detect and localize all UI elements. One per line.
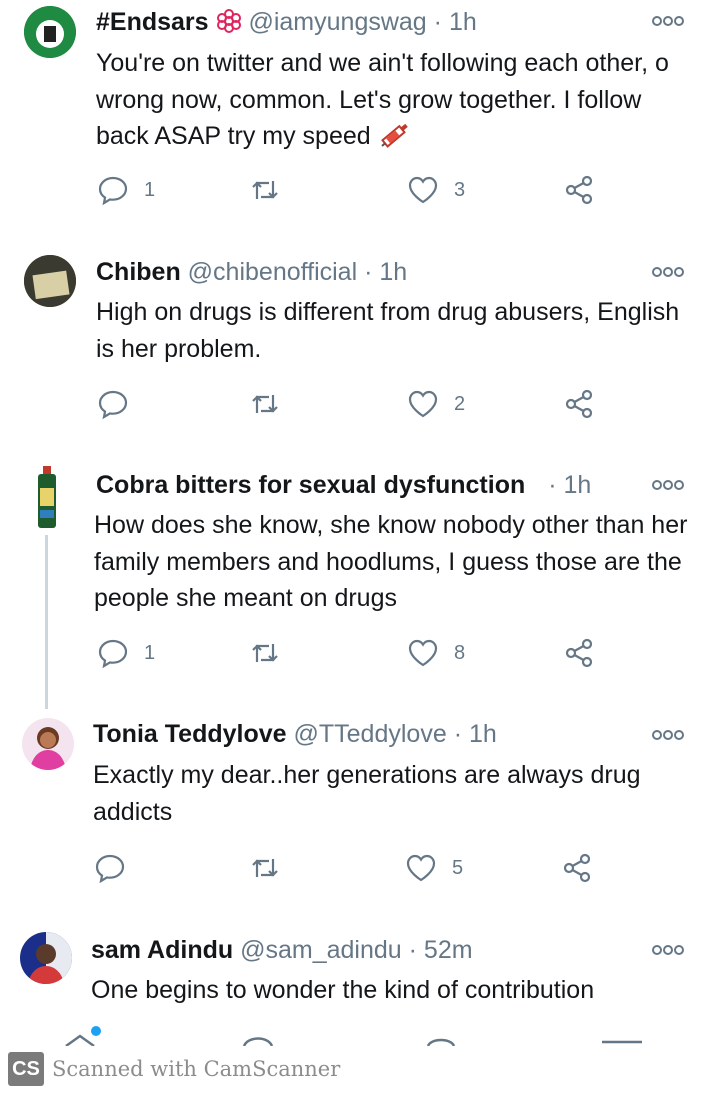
timestamp[interactable]: · 52m (409, 936, 473, 964)
like-count: 2 (454, 392, 466, 415)
reply-count: 1 (144, 178, 156, 201)
avatar[interactable] (24, 255, 76, 307)
display-name[interactable]: Chiben (96, 258, 181, 286)
tweet-2[interactable]: Chiben @chibenofficial · 1h High on drug… (0, 248, 708, 448)
like-button[interactable]: 2 (406, 384, 465, 424)
avatar[interactable] (20, 932, 72, 984)
tweet-3[interactable]: Cobra bitters for sexual dysfunction · 1… (0, 460, 708, 690)
more-options-icon[interactable] (652, 728, 684, 742)
share-button[interactable] (562, 633, 596, 673)
tweet-header: Chiben @chibenofficial · 1h (96, 258, 652, 287)
timestamp[interactable]: · 1h (434, 8, 477, 36)
timestamp[interactable]: · 1h (454, 720, 497, 748)
heart-icon (408, 390, 438, 418)
retweet-icon (252, 859, 278, 877)
more-options-icon[interactable] (652, 265, 684, 279)
tweet-5[interactable]: sam Adindu @sam_adindu · 52m One begins … (0, 924, 708, 1022)
handle[interactable]: @sam_adindu (240, 936, 402, 964)
heart-icon (408, 176, 438, 204)
more-options-icon[interactable] (652, 478, 684, 492)
reply-icon (98, 176, 128, 206)
home-tab[interactable] (65, 1026, 101, 1048)
reply-button[interactable] (96, 384, 144, 424)
bottom-navigation-bar (0, 1022, 708, 1048)
reply-icon (98, 639, 128, 669)
timestamp[interactable]: · 1h (548, 471, 591, 499)
share-button[interactable] (562, 170, 596, 210)
reply-button[interactable]: 1 (96, 170, 155, 210)
notifications-tab[interactable] (426, 1038, 456, 1047)
share-button[interactable] (562, 384, 596, 424)
tweet-header: #Endsars @iamyungswag · 1h (96, 8, 652, 37)
like-button[interactable]: 3 (406, 170, 465, 210)
tweet-header: Cobra bitters for sexual dysfunction · 1… (96, 471, 652, 500)
more-options-icon[interactable] (652, 943, 684, 957)
display-name[interactable]: #Endsars (96, 8, 209, 36)
handle[interactable]: @iamyungswag (248, 8, 426, 36)
share-icon (565, 638, 593, 668)
tweet-header: sam Adindu @sam_adindu · 52m (91, 936, 652, 965)
reply-count: 1 (144, 641, 156, 664)
retweet-button[interactable] (248, 170, 282, 210)
tweet-1[interactable]: #Endsars @iamyungswag · 1h You're on twi… (0, 0, 708, 230)
watermark-text: Scanned with CamScanner (52, 1057, 341, 1081)
search-tab[interactable] (242, 1037, 274, 1047)
tweet-actions: 2 (96, 384, 696, 424)
like-count: 8 (454, 641, 466, 664)
tweet-actions: 5 (93, 848, 693, 888)
retweet-icon (252, 644, 278, 662)
avatar[interactable] (22, 718, 74, 770)
reply-icon (95, 854, 125, 884)
tweet-actions: 1 3 (96, 170, 696, 210)
tweet-text: One begins to wonder the kind of contrib… (91, 976, 595, 1004)
tweet-actions: 1 8 (96, 633, 696, 673)
display-name[interactable]: Cobra bitters for sexual dysfunction (96, 471, 525, 499)
share-icon (565, 175, 593, 205)
like-button[interactable]: 8 (406, 633, 465, 673)
reply-button[interactable] (93, 848, 141, 888)
like-count: 5 (452, 856, 464, 879)
retweet-button[interactable] (248, 848, 282, 888)
retweet-button[interactable] (248, 384, 282, 424)
share-icon (563, 853, 591, 883)
syringe-icon (378, 122, 412, 150)
heart-icon (406, 854, 436, 882)
tweet-text: Exactly my dear..her generations are alw… (93, 761, 641, 826)
avatar[interactable] (24, 6, 76, 58)
more-options-icon[interactable] (652, 14, 684, 28)
handle[interactable]: @TTeddylove (294, 720, 447, 748)
timestamp[interactable]: · 1h (364, 258, 407, 286)
avatar[interactable] (36, 466, 58, 528)
share-button[interactable] (560, 848, 594, 888)
retweet-icon (252, 395, 278, 413)
display-name[interactable]: Tonia Teddylove (93, 720, 287, 748)
tweet-header: Tonia Teddylove @TTeddylove · 1h (93, 720, 652, 749)
camscanner-watermark: CS Scanned with CamScanner (8, 1050, 340, 1088)
heart-icon (408, 639, 438, 667)
tweet-4[interactable]: Tonia Teddylove @TTeddylove · 1h Exactly… (0, 710, 708, 910)
like-button[interactable]: 5 (404, 848, 463, 888)
handle[interactable]: @chibenofficial (188, 258, 357, 286)
unread-dot-icon (91, 1026, 101, 1036)
tweet-text: You're on twitter and we ain't following… (96, 45, 696, 155)
share-icon (565, 389, 593, 419)
tweet-text: High on drugs is different from drug abu… (96, 298, 680, 363)
like-count: 3 (454, 178, 466, 201)
retweet-icon (252, 181, 278, 199)
flower-icon (216, 8, 242, 36)
reply-button[interactable]: 1 (96, 633, 155, 673)
camscanner-logo: CS (8, 1052, 44, 1086)
reply-icon (98, 390, 128, 420)
tweet-text: How does she know, she know nobody other… (94, 511, 688, 612)
retweet-button[interactable] (248, 633, 282, 673)
display-name[interactable]: sam Adindu (91, 936, 233, 964)
